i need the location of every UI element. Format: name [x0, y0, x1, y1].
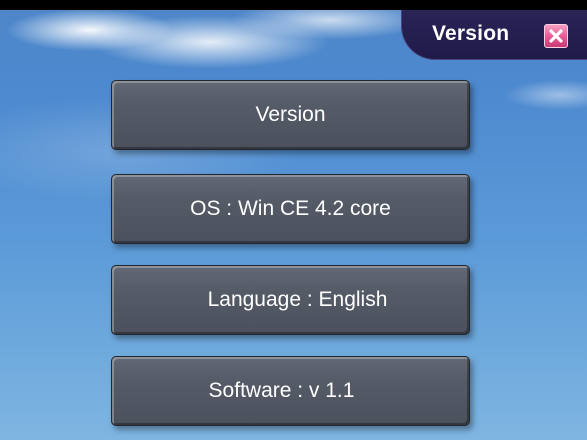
close-icon	[549, 29, 563, 43]
os-button-label: OS : Win CE 4.2 core	[190, 197, 391, 220]
language-button[interactable]: Language : English	[111, 265, 470, 335]
language-button-label: Language : English	[207, 288, 388, 311]
software-button[interactable]: Software : v 1.1	[111, 356, 470, 426]
window-title: Version	[432, 22, 510, 45]
version-button[interactable]: Version	[111, 80, 470, 150]
close-button[interactable]	[544, 24, 568, 48]
version-button-label: Version	[255, 103, 326, 126]
software-button-label: Software : v 1.1	[208, 379, 355, 402]
top-strip	[0, 0, 587, 10]
os-button[interactable]: OS : Win CE 4.2 core	[111, 174, 470, 244]
version-screen: Version Version OS : Win CE 4.2 core Lan…	[0, 0, 587, 440]
title-bar: Version	[401, 10, 587, 60]
